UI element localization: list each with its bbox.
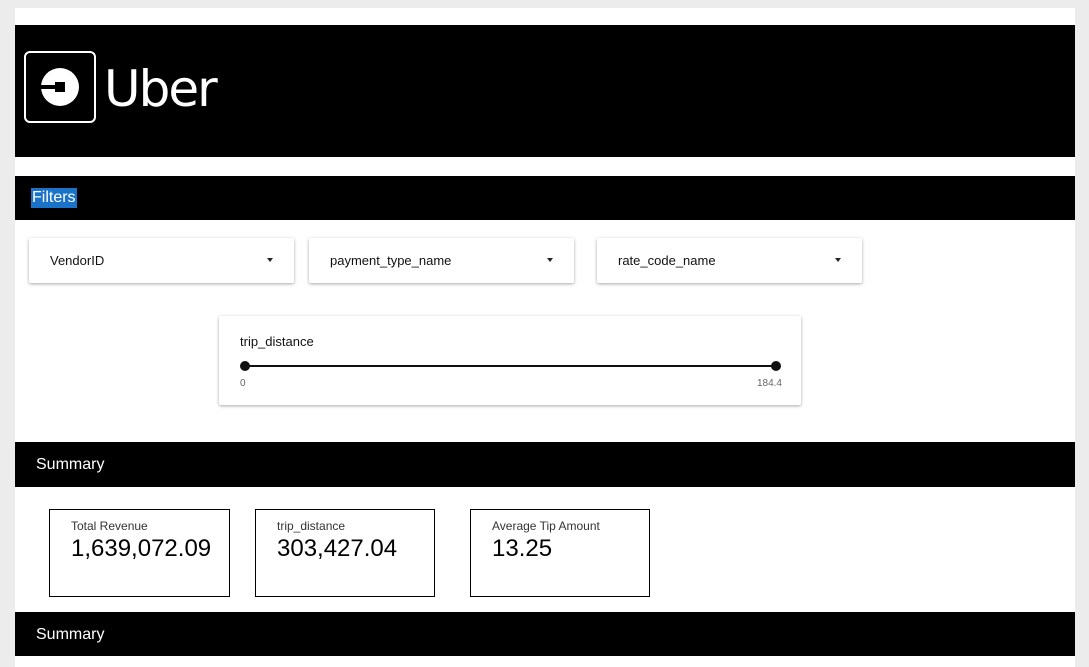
caret-down-icon	[835, 258, 841, 262]
summary-title: Summary	[36, 456, 105, 473]
rate-code-dropdown[interactable]: rate_code_name	[597, 238, 862, 283]
vendorid-dropdown[interactable]: VendorID	[29, 238, 294, 283]
card-label: trip_distance	[277, 519, 346, 533]
slider-min-label: 0	[240, 378, 246, 389]
card-label: Average Tip Amount	[492, 519, 600, 533]
summary-section-header: Summary	[15, 442, 1075, 487]
payment-type-dropdown[interactable]: payment_type_name	[309, 238, 574, 283]
filters-section-header: Filters	[15, 176, 1075, 220]
slider-max-label: 184.4	[756, 378, 782, 389]
caret-down-icon	[547, 258, 553, 262]
caret-down-icon	[267, 258, 273, 262]
card-label: Total Revenue	[71, 519, 148, 533]
card-value: 13.25	[492, 535, 553, 562]
filters-title: Filters	[31, 188, 77, 208]
header-banner: Uber	[15, 25, 1075, 157]
total-revenue-card: Total Revenue 1,639,072.09	[49, 509, 230, 597]
dashboard-page: Uber Filters VendorID payment_type_name …	[15, 8, 1075, 667]
card-value: 1,639,072.09	[71, 535, 212, 562]
slider-label: trip_distance	[240, 334, 314, 349]
trip-distance-slider-card: trip_distance 0 184.4	[219, 316, 801, 405]
slider-max-handle[interactable]	[771, 361, 781, 371]
average-tip-card: Average Tip Amount 13.25	[470, 509, 650, 597]
summary-section-header-2: Summary	[15, 612, 1075, 656]
slider-track[interactable]	[245, 365, 776, 367]
uber-logo-icon	[24, 51, 96, 123]
card-value: 303,427.04	[277, 535, 398, 562]
slider-min-handle[interactable]	[240, 361, 250, 371]
dropdown-label: VendorID	[50, 253, 105, 268]
top-strip	[15, 8, 1075, 25]
brand-wordmark: Uber	[104, 60, 218, 118]
dropdown-label: payment_type_name	[330, 253, 452, 268]
dropdown-label: rate_code_name	[618, 253, 716, 268]
summary-title: Summary	[36, 626, 105, 643]
trip-distance-card: trip_distance 303,427.04	[255, 509, 435, 597]
